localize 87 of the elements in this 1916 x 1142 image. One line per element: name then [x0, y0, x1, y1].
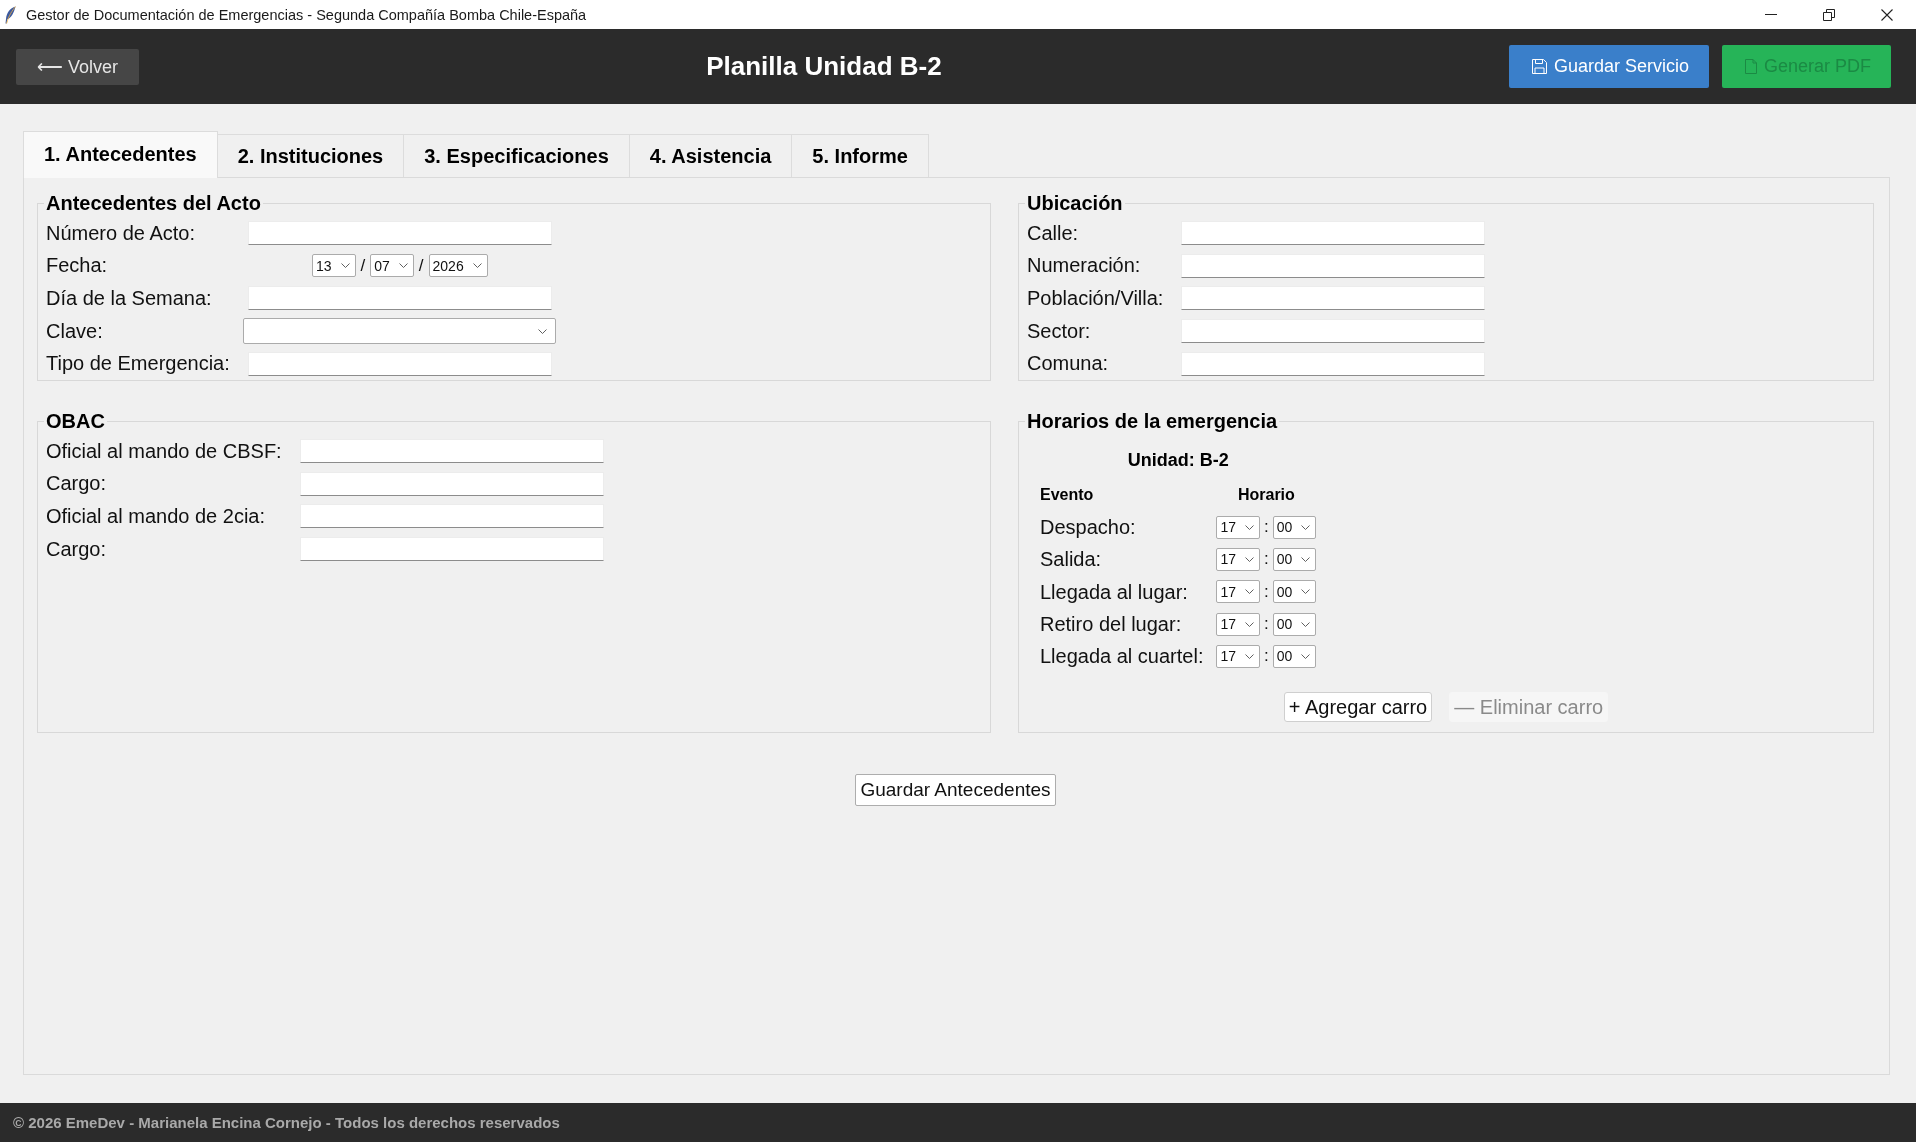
floppy-disk-icon — [1531, 59, 1547, 74]
time-separator: : — [1264, 549, 1269, 570]
event-label: Retiro del lugar: — [1040, 611, 1183, 637]
event-label: Llegada al cuartel: — [1040, 644, 1204, 670]
window-title: Gestor de Documentación de Emergencias - Segunda Compañía Bomba Chile-España — [26, 6, 588, 23]
chevron-down-icon — [1245, 556, 1255, 562]
save-details-button[interactable]: Guardar Antecedentes — [855, 773, 1056, 806]
column-header: Evento — [1040, 484, 1095, 505]
field-label: Cargo: — [46, 537, 108, 561]
text-field[interactable] — [299, 471, 604, 496]
save-service-button[interactable]: Guardar Servicio — [1508, 45, 1709, 88]
chevron-down-icon — [1301, 589, 1311, 595]
tab[interactable]: 5. Informe — [791, 134, 929, 177]
text-field[interactable] — [1181, 221, 1486, 246]
field-label: Cargo: — [46, 472, 108, 496]
dropdown[interactable]: 07 — [370, 254, 414, 278]
chevron-down-icon — [472, 263, 482, 269]
event-label: Llegada al lugar: — [1040, 579, 1189, 605]
event-label: Salida: — [1040, 547, 1103, 573]
column-header: Horario — [1237, 484, 1295, 505]
group-title: OBAC — [45, 409, 106, 433]
dropdown[interactable] — [243, 318, 557, 345]
dropdown[interactable]: 13 — [311, 254, 356, 278]
dropdown[interactable]: 17 — [1216, 644, 1261, 668]
field-label: Oficial al mando de CBSF: — [46, 439, 282, 463]
page-title: Planilla Unidad B-2 — [705, 51, 943, 82]
dropdown[interactable]: 00 — [1272, 515, 1317, 539]
time-separator: : — [1264, 614, 1269, 634]
field-label: Calle: — [1027, 221, 1080, 245]
chevron-down-icon — [1301, 653, 1311, 659]
chevron-down-icon — [340, 263, 350, 269]
text-field[interactable] — [247, 351, 552, 376]
dropdown[interactable]: 00 — [1272, 547, 1317, 571]
field-label: Fecha: — [46, 254, 109, 278]
document-icon — [1744, 59, 1757, 74]
field-label: Comuna: — [1027, 352, 1110, 376]
event-label: Despacho: — [1040, 514, 1137, 540]
chevron-down-icon — [1245, 621, 1255, 627]
dropdown[interactable]: 17 — [1216, 580, 1261, 604]
field-label: Oficial al mando de 2cia: — [46, 504, 266, 528]
date-separator: / — [360, 255, 366, 276]
text-field[interactable] — [299, 504, 604, 529]
field-label: Sector: — [1027, 319, 1092, 343]
field-label: Población/Villa: — [1027, 287, 1164, 310]
back-button[interactable]: ⟵ Volver — [16, 48, 140, 85]
dropdown[interactable]: 17 — [1216, 515, 1261, 539]
feather-icon — [5, 5, 16, 24]
chevron-down-icon — [1301, 621, 1311, 627]
dropdown[interactable]: 17 — [1216, 612, 1261, 636]
text-field[interactable] — [1181, 253, 1486, 278]
text-field[interactable] — [1181, 351, 1486, 376]
chevron-down-icon — [538, 328, 548, 334]
chevron-down-icon — [1301, 556, 1311, 562]
group-title: Antecedentes del Acto — [45, 192, 262, 215]
tab[interactable]: 1. Antecedentes — [23, 131, 218, 178]
chevron-down-icon — [1301, 524, 1311, 530]
text-field[interactable] — [1181, 319, 1486, 344]
text-field[interactable] — [1181, 286, 1486, 311]
restore-icon[interactable] — [1823, 8, 1835, 21]
time-separator: : — [1264, 646, 1269, 667]
chevron-down-icon — [1245, 589, 1255, 595]
text-field[interactable] — [299, 537, 604, 562]
close-icon[interactable] — [1881, 8, 1893, 21]
text-field[interactable] — [247, 286, 552, 311]
chevron-down-icon — [1245, 653, 1255, 659]
group-title: Ubicación — [1026, 192, 1124, 215]
text-field[interactable] — [247, 221, 552, 246]
field-label: Tipo de Emergencia: — [46, 352, 230, 376]
unit-title: Unidad: B-2 — [1127, 448, 1229, 471]
chevron-down-icon — [398, 263, 408, 269]
dropdown[interactable]: 00 — [1272, 644, 1317, 668]
chevron-down-icon — [1245, 524, 1255, 530]
field-label: Número de Acto: — [46, 221, 196, 245]
copyright-text: © 2026 EmeDev - Marianela Encina Cornejo - Todos los derechos reservados — [13, 1114, 560, 1131]
text-field[interactable] — [299, 439, 604, 464]
field-label: Numeración: — [1027, 254, 1142, 278]
date-separator: / — [418, 255, 424, 276]
field-label: Clave: — [46, 319, 104, 343]
add-unit-button[interactable]: + Agregar carro — [1283, 692, 1433, 723]
field-label: Día de la Semana: — [46, 287, 213, 310]
group-title: Horarios de la emergencia — [1026, 409, 1279, 433]
dropdown[interactable]: 00 — [1272, 612, 1317, 636]
dropdown[interactable]: 00 — [1272, 580, 1317, 604]
time-separator: : — [1264, 517, 1269, 538]
dropdown[interactable]: 17 — [1216, 547, 1261, 571]
time-separator: : — [1264, 581, 1269, 602]
dropdown[interactable]: 2026 — [428, 254, 488, 278]
